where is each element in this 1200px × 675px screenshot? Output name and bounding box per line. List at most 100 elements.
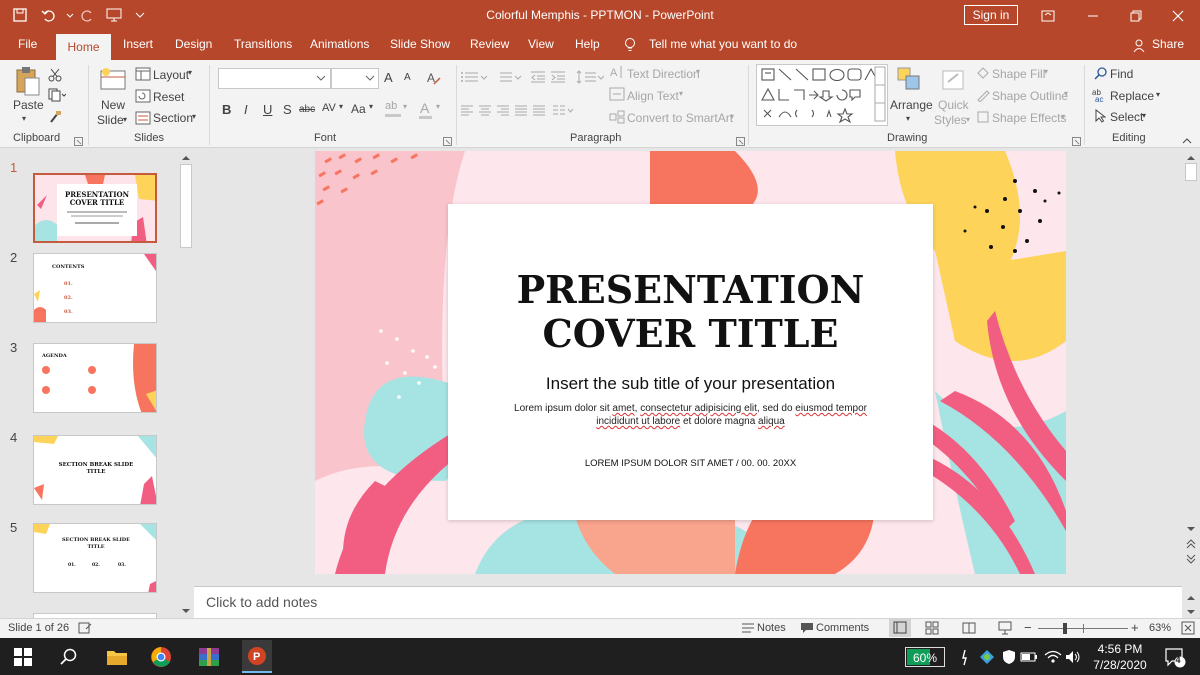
tab-design[interactable]: Design (175, 37, 212, 51)
thumbnail-scrollbar[interactable] (178, 148, 194, 618)
shapes-gallery[interactable] (756, 64, 888, 126)
paste-dropdown-icon[interactable]: ▾ (22, 114, 26, 123)
replace-icon[interactable]: ab ac (1092, 87, 1108, 106)
shadow-button[interactable]: S (283, 102, 292, 117)
align-right-icon[interactable] (496, 104, 510, 119)
increase-indent-icon[interactable] (550, 70, 566, 87)
shape-outline-dropdown-icon[interactable]: ▾ (1064, 89, 1068, 98)
next-slide-icon[interactable] (1185, 553, 1197, 567)
highlight-color-button[interactable]: ab (385, 100, 397, 112)
section-dropdown-icon[interactable]: ▾ (192, 112, 196, 121)
paste-label[interactable]: Paste (13, 98, 44, 112)
clipboard-launcher-icon[interactable] (74, 135, 83, 149)
share-person-icon[interactable] (1133, 39, 1145, 56)
battery-tray-icon[interactable] (1016, 644, 1042, 670)
align-left-icon[interactable] (460, 104, 474, 119)
comments-icon[interactable] (800, 622, 814, 637)
share-button[interactable]: Share (1152, 37, 1184, 51)
new-slide-label-2[interactable]: Slide (97, 113, 124, 127)
file-explorer-icon[interactable] (104, 644, 130, 670)
distributed-icon[interactable] (532, 104, 546, 119)
font-size-dropdown-icon[interactable] (364, 72, 376, 87)
current-slide[interactable]: PRESENTATION COVER TITLE Insert the sub … (315, 151, 1066, 574)
tab-animations[interactable]: Animations (310, 37, 369, 51)
font-name-input[interactable] (218, 68, 331, 89)
winrar-icon[interactable] (196, 644, 222, 670)
drawing-launcher-icon[interactable] (1072, 135, 1081, 149)
paste-icon[interactable] (14, 66, 42, 101)
smartart-icon[interactable] (609, 110, 625, 127)
slide-body-text[interactable]: Lorem ipsum dolor sit amet, consectetur … (503, 402, 878, 428)
line-spacing-icon[interactable] (576, 70, 605, 87)
new-slide-icon[interactable] (99, 66, 127, 97)
scroll-thumb[interactable] (180, 164, 192, 248)
reset-icon[interactable] (135, 89, 151, 106)
powerpoint-taskbar-icon[interactable]: P (242, 640, 272, 673)
comments-button[interactable]: Comments (816, 622, 869, 634)
italic-button[interactable]: I (244, 102, 248, 117)
paragraph-launcher-icon[interactable] (736, 135, 745, 149)
arrange-dropdown-icon[interactable]: ▾ (906, 114, 910, 123)
strikethrough-button[interactable]: abc (299, 104, 315, 115)
smartart-dropdown-icon[interactable]: ▾ (730, 112, 734, 121)
font-launcher-icon[interactable] (443, 135, 452, 149)
slide-scrollbar[interactable] (1182, 148, 1200, 618)
find-icon[interactable] (1094, 66, 1108, 83)
align-text-icon[interactable] (609, 87, 625, 104)
spelling-check-icon[interactable] (78, 621, 92, 638)
font-color-dropdown-icon[interactable]: ▾ (436, 102, 440, 111)
clock-time[interactable]: 4:56 PM (1088, 642, 1152, 656)
zoom-in-button[interactable]: + (1131, 620, 1139, 635)
text-direction-dropdown-icon[interactable]: ▾ (696, 67, 700, 76)
previous-slide-icon[interactable] (1185, 538, 1197, 552)
align-center-icon[interactable] (478, 104, 492, 119)
tab-help[interactable]: Help (575, 37, 600, 51)
notes-pane[interactable]: Click to add notes (194, 586, 1182, 618)
scroll-thumb[interactable] (1185, 163, 1197, 181)
battery-indicator[interactable]: 60% (905, 647, 945, 667)
highlight-dropdown-icon[interactable]: ▾ (403, 102, 407, 111)
tab-review[interactable]: Review (470, 37, 509, 51)
reading-view-icon[interactable] (962, 621, 976, 638)
windows-start-icon[interactable] (10, 644, 36, 670)
slide-thumbnail-1[interactable]: PRESENTATION COVER TITLE (33, 173, 157, 243)
restore-icon[interactable] (1113, 0, 1158, 31)
minimize-icon[interactable] (1070, 0, 1115, 31)
layout-icon[interactable] (135, 67, 151, 84)
replace-button[interactable]: Replace (1110, 89, 1154, 103)
convert-smartart-button[interactable]: Convert to SmartArt (627, 111, 733, 125)
grow-font-button[interactable]: A (384, 70, 393, 85)
change-case-dropdown-icon[interactable]: ▾ (369, 102, 373, 111)
sign-in-button[interactable]: Sign in (964, 5, 1018, 25)
slide-thumbnail-2[interactable]: CONTENTS 01. 02. 03. (33, 253, 157, 323)
new-slide-label[interactable]: New (101, 98, 125, 112)
tab-home[interactable]: Home (56, 34, 111, 60)
char-spacing-dropdown-icon[interactable]: ▾ (339, 102, 343, 111)
arrange-button[interactable]: Arrange (890, 98, 933, 112)
normal-view-icon[interactable] (889, 619, 911, 637)
shape-fill-dropdown-icon[interactable]: ▾ (1044, 67, 1048, 76)
arrange-icon[interactable] (896, 66, 922, 97)
shape-effects-dropdown-icon[interactable]: ▾ (1061, 112, 1065, 121)
font-size-input[interactable] (331, 68, 379, 89)
align-text-button[interactable]: Align Text (627, 89, 679, 103)
slide-thumbnail-3[interactable]: AGENDA (33, 343, 157, 413)
chrome-icon[interactable] (148, 644, 174, 670)
slide-show-icon[interactable] (998, 621, 1012, 638)
quick-styles-label-2[interactable]: Styles (934, 113, 967, 127)
tab-insert[interactable]: Insert (123, 37, 153, 51)
align-text-dropdown-icon[interactable]: ▾ (679, 89, 683, 98)
section-icon[interactable] (135, 111, 151, 128)
notes-toggle-button[interactable]: Notes (757, 622, 786, 634)
quick-styles-dropdown-icon[interactable]: ▾ (966, 115, 970, 124)
new-slide-dropdown-icon[interactable]: ▾ (123, 115, 127, 124)
zoom-level[interactable]: 63% (1149, 622, 1171, 634)
reset-button[interactable]: Reset (153, 90, 184, 104)
character-spacing-button[interactable]: AV (322, 102, 336, 114)
quick-styles-icon[interactable] (940, 66, 966, 97)
tab-transitions[interactable]: Transitions (234, 37, 292, 51)
bullets-icon[interactable] (460, 70, 488, 87)
tab-view[interactable]: View (528, 37, 554, 51)
underline-button[interactable]: U (263, 102, 272, 117)
change-case-button[interactable]: Aa (351, 102, 366, 116)
